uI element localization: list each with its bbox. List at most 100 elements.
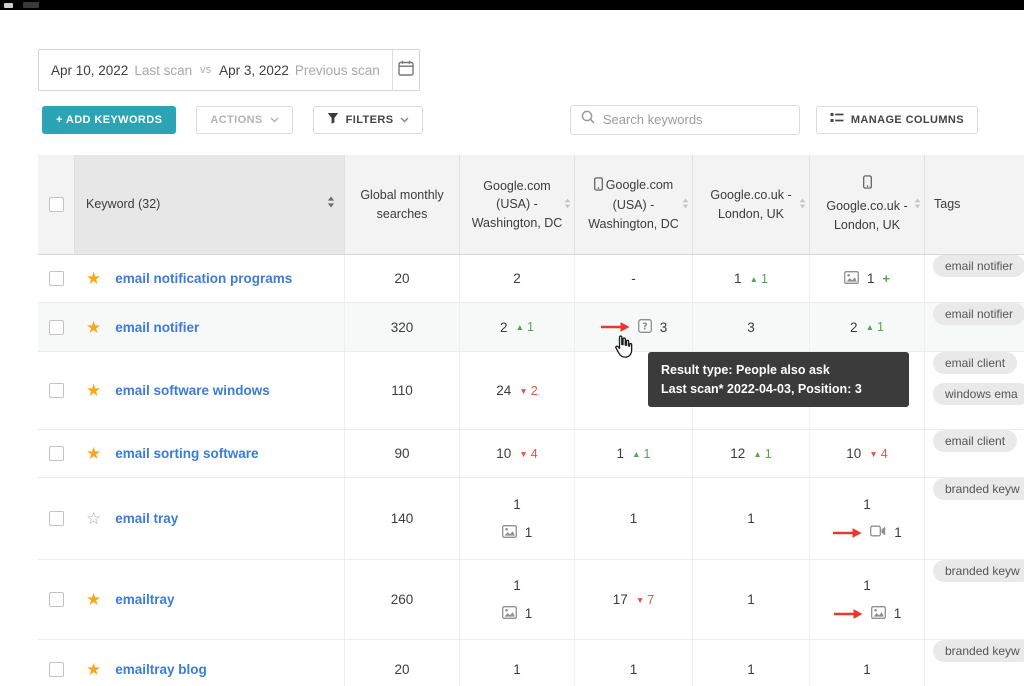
keyword-cell: ☆ email tray [75,478,345,559]
position-value: 1 [630,662,638,677]
select-all-checkbox[interactable] [49,197,64,212]
calendar-button[interactable] [392,50,419,90]
keyword-link[interactable]: email tray [115,511,178,526]
position-line: 1 [863,662,871,677]
add-keywords-button[interactable]: + ADD KEYWORDS [42,106,176,134]
manage-columns-button[interactable]: MANAGE COLUMNS [816,106,978,134]
row-checkbox[interactable] [49,320,64,335]
row-checkbox[interactable] [49,271,64,286]
position-value: 1 [630,511,638,526]
position-value: 2 [500,320,508,335]
filters-button-label: FILTERS [346,114,394,126]
position-line: 1 [747,511,755,526]
position-line: 2▲1 [500,320,534,335]
row-checkbox-cell [38,478,75,559]
video-serp-icon [870,525,886,540]
sort-arrows-icon[interactable] [799,195,806,213]
favorite-star-icon[interactable]: ★ [86,661,101,678]
sort-arrows-icon[interactable] [914,195,921,213]
table-row: ★email notifier3202▲1?332▲1email notifie… [38,303,1024,352]
position-cell: 3 [693,303,810,351]
column-header-google-usa-mobile[interactable]: Google.com (USA) - Washington, DC [575,155,693,254]
favorite-star-icon[interactable]: ☆ [86,510,101,527]
favorite-star-icon[interactable]: ★ [86,382,101,399]
tag-pill[interactable]: branded keyw [933,560,1024,582]
column-header-global-searches[interactable]: Global monthly searches [345,155,460,254]
global-searches-cell: 140 [345,478,460,559]
keyword-link[interactable]: email sorting software [115,446,258,461]
tag-pill[interactable]: windows ema [933,383,1024,405]
position-cell: 17▼7 [575,560,693,639]
keyword-link[interactable]: email software windows [115,383,270,398]
column-header-google-uk-desktop[interactable]: Google.co.uk - London, UK [693,155,810,254]
sort-arrows-icon[interactable] [682,195,689,213]
actions-button[interactable]: ACTIONS [196,106,292,134]
table-row: ★email notification programs202-1▲11+ema… [38,255,1024,303]
tooltip: Result type: People also ask Last scan* … [648,352,909,407]
position-line: 24▼2 [496,383,537,398]
tag-pill[interactable]: branded keyw [933,640,1024,662]
search-box[interactable] [570,105,800,135]
position-value: 1 [863,662,871,677]
manage-columns-label: MANAGE COLUMNS [851,114,964,126]
position-value: 10 [846,446,861,461]
tag-pill[interactable]: email notifier [933,255,1024,277]
date-range-selector[interactable]: Apr 10, 2022 Last scan vs Apr 3, 2022 Pr… [38,49,420,91]
sort-arrows-icon[interactable] [321,195,335,213]
position-change: ▲1 [750,272,768,286]
date-range-text[interactable]: Apr 10, 2022 Last scan vs Apr 3, 2022 Pr… [39,50,392,90]
keyword-cell: ★ email sorting software [75,430,345,477]
tag-pill[interactable]: email client [933,352,1017,374]
position-line: 1 [502,606,533,622]
position-value: 1 [513,497,521,512]
keyword-link[interactable]: emailtray blog [115,662,207,677]
row-checkbox[interactable] [49,592,64,607]
row-checkbox[interactable] [49,662,64,677]
column-header-google-uk-mobile[interactable]: Google.co.uk - London, UK [810,155,925,254]
image-serp-icon [871,606,886,622]
favorite-star-icon[interactable]: ★ [86,270,101,287]
position-line: 2 [513,271,521,286]
position-cell: - [575,255,693,302]
row-checkbox-cell [38,352,75,429]
svg-text:?: ? [642,321,648,332]
position-value: 2 [513,271,521,286]
keyword-link[interactable]: email notifier [115,320,199,335]
row-checkbox[interactable] [49,511,64,526]
position-line: 1 [630,511,638,526]
sort-arrows-icon[interactable] [564,195,571,213]
keyword-link[interactable]: emailtray [115,592,174,607]
table-row: ★emailtray2601117▼7111branded keyw [38,560,1024,640]
column-header-google-usa-desktop[interactable]: Google.com (USA) - Washington, DC [460,155,575,254]
new-entry-plus: + [882,271,890,286]
tag-pill[interactable]: email notifier [933,303,1024,325]
position-cell: 1 [575,640,693,686]
position-value: 24 [496,383,511,398]
annotation-arrow [600,321,630,333]
row-checkbox[interactable] [49,383,64,398]
tag-pill[interactable]: email client [933,430,1017,452]
keyword-link[interactable]: email notification programs [115,271,292,286]
column-header-keyword[interactable]: Keyword (32) [75,155,345,254]
tag-pill[interactable]: branded keyw [933,478,1024,500]
position-value: 10 [496,446,511,461]
position-line: 1 [513,578,521,593]
row-checkbox-cell [38,255,75,302]
position-change: ▼4 [519,447,537,461]
position-line: 1 [502,525,533,541]
row-checkbox[interactable] [49,446,64,461]
favorite-star-icon[interactable]: ★ [86,591,101,608]
position-value: 3 [747,320,755,335]
favorite-star-icon[interactable]: ★ [86,319,101,336]
favorite-star-icon[interactable]: ★ [86,445,101,462]
search-input[interactable] [603,112,789,127]
filters-button[interactable]: FILTERS [313,106,424,134]
topbar-icon [4,3,13,8]
keyword-cell: ★ email software windows [75,352,345,429]
select-all-cell [38,155,75,254]
tooltip-line-2: Last scan* 2022-04-03, Position: 3 [661,380,896,399]
column-header-tags[interactable]: Tags [925,155,1024,254]
position-cell: 1 [575,478,693,559]
mobile-phone-icon [594,180,603,194]
table-row: ★emailtray blog201111branded keyw [38,640,1024,686]
